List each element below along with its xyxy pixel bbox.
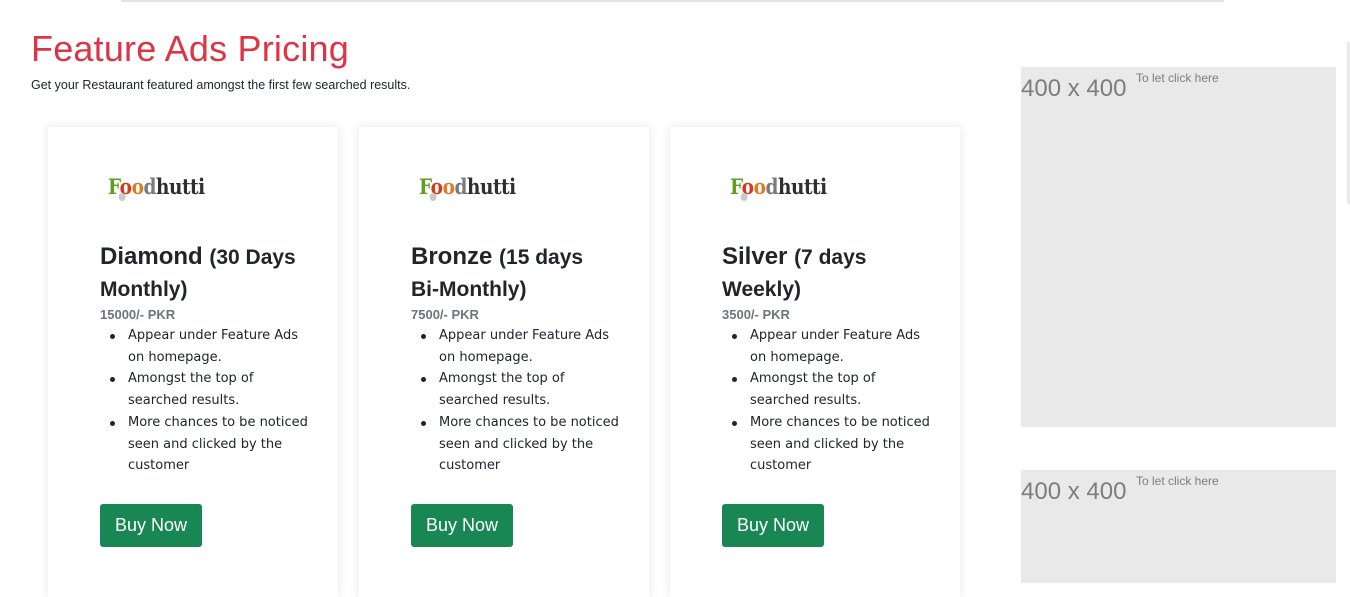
plan-price: 7500/- PKR: [411, 307, 479, 322]
plan-name: Silver: [722, 243, 788, 270]
plan-price: 15000/- PKR: [100, 307, 176, 322]
plan-price: 3500/- PKR: [722, 307, 790, 322]
plan-heading: Silver (7 days Weekly): [722, 241, 922, 305]
location-pin-icon: [118, 193, 126, 201]
feature-item: Appear under Feature Ads on homepage.: [732, 325, 930, 368]
location-pin-icon: [740, 193, 748, 201]
feature-item: Amongst the top of searched results.: [732, 368, 930, 411]
location-pin-icon: [429, 193, 437, 201]
buy-now-button[interactable]: Buy Now: [722, 504, 824, 547]
feature-list: Appear under Feature Ads on homepage. Am…: [110, 325, 308, 477]
ad-size-label: 400 x 400: [1021, 75, 1127, 102]
ad-size-label: 400 x 400: [1021, 478, 1127, 505]
plan-heading: Bronze (15 days Bi-Monthly): [411, 241, 611, 305]
pricing-card-diamond: Foodhutti Diamond (30 Days Monthly) 1500…: [48, 127, 338, 597]
plan-heading: Diamond (30 Days Monthly): [100, 241, 300, 305]
feature-item: More chances to be noticed seen and clic…: [421, 412, 619, 477]
feature-item: More chances to be noticed seen and clic…: [732, 412, 930, 477]
foodhutti-logo: Foodhutti: [108, 174, 205, 201]
pricing-card-silver: Foodhutti Silver (7 days Weekly) 3500/- …: [670, 127, 960, 597]
ad-cta-link[interactable]: To let click here: [1136, 474, 1219, 488]
buy-now-button[interactable]: Buy Now: [100, 504, 202, 547]
feature-item: Appear under Feature Ads on homepage.: [110, 325, 308, 368]
foodhutti-logo: Foodhutti: [419, 174, 516, 201]
plan-name: Bronze: [411, 243, 493, 270]
page-subtitle: Get your Restaurant featured amongst the…: [31, 78, 411, 92]
pricing-card-bronze: Foodhutti Bronze (15 days Bi-Monthly) 75…: [359, 127, 649, 597]
foodhutti-logo: Foodhutti: [730, 174, 827, 201]
ad-placeholder[interactable]: 400 x 400 To let click here: [1021, 470, 1336, 583]
top-divider: [121, 0, 1224, 2]
plan-name: Diamond: [100, 243, 203, 270]
feature-item: Amongst the top of searched results.: [110, 368, 308, 411]
feature-item: Appear under Feature Ads on homepage.: [421, 325, 619, 368]
page-title: Feature Ads Pricing: [31, 28, 349, 69]
feature-item: More chances to be noticed seen and clic…: [110, 412, 308, 477]
feature-list: Appear under Feature Ads on homepage. Am…: [732, 325, 930, 477]
ad-placeholder[interactable]: 400 x 400 To let click here: [1021, 67, 1336, 427]
buy-now-button[interactable]: Buy Now: [411, 504, 513, 547]
feature-list: Appear under Feature Ads on homepage. Am…: [421, 325, 619, 477]
ad-cta-link[interactable]: To let click here: [1136, 71, 1219, 85]
feature-item: Amongst the top of searched results.: [421, 368, 619, 411]
